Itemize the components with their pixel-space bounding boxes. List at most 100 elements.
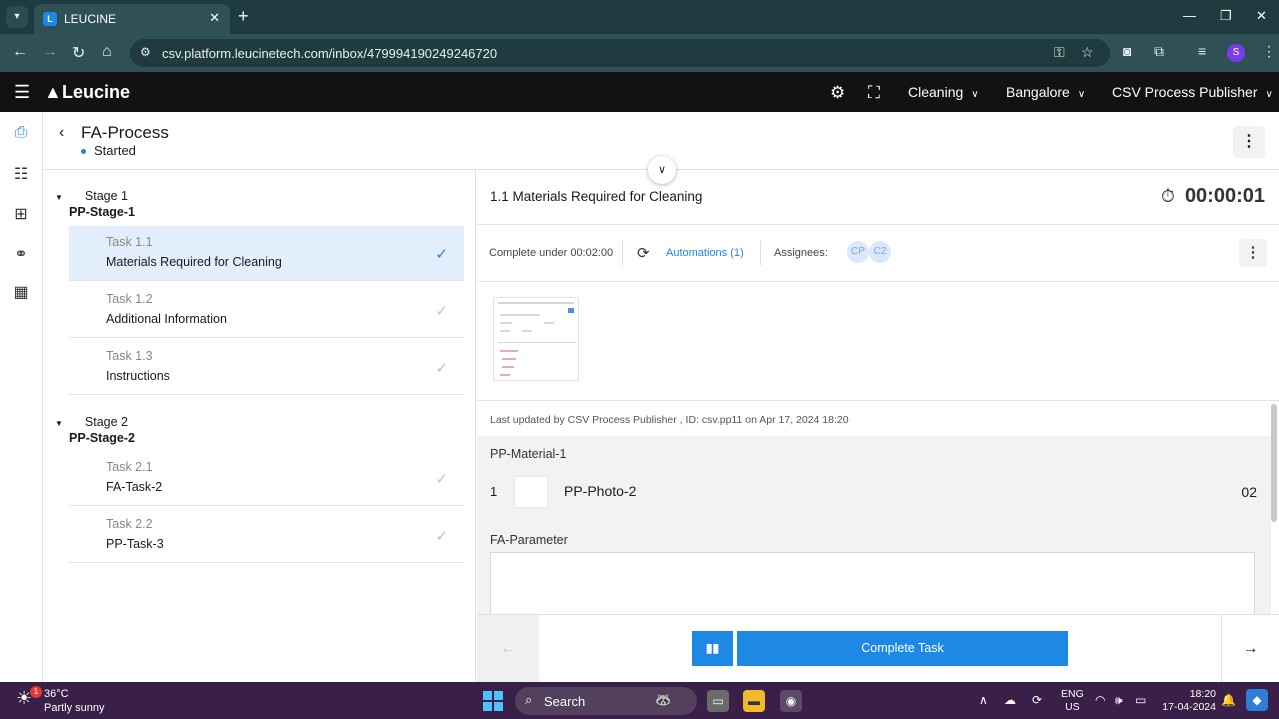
chevron-down-icon: ∨ <box>1077 89 1086 100</box>
task-meta-bar: Complete under 00:02:00 ⟳ Automations (1… <box>477 224 1279 282</box>
process-more-icon[interactable]: ⋮ <box>1233 126 1265 158</box>
onedrive-cloud-icon[interactable]: ☁ <box>1004 693 1016 707</box>
notification-bell-icon[interactable]: 🔔 <box>1221 693 1236 707</box>
automations-link[interactable]: Automations (1) <box>666 247 744 259</box>
thumbnail-line <box>500 330 510 332</box>
password-key-icon[interactable]: ⚿ <box>1054 44 1065 61</box>
browser-tab[interactable]: L LEUCINE ✕ <box>34 4 230 34</box>
thumbnail-line <box>500 350 518 352</box>
thumbnail-line <box>544 322 554 324</box>
task-number: Task 1.2 <box>106 292 153 306</box>
hamburger-menu-icon[interactable]: ☰ <box>14 82 30 103</box>
task-name: FA-Task-2 <box>106 480 163 494</box>
task-more-icon[interactable]: ⋮ <box>1239 239 1267 267</box>
address-bar[interactable]: ⚙ csv.platform.leucinetech.com/inbox/479… <box>130 39 1110 67</box>
volume-icon[interactable]: 🕪 <box>1115 693 1123 708</box>
check-icon: ✓ <box>435 528 448 545</box>
assignee-avatar[interactable]: CP <box>847 241 869 263</box>
file-explorer-icon[interactable]: ▬ <box>743 690 765 712</box>
leucine-logo-icon: ▲ <box>44 82 62 102</box>
taskview-icon[interactable]: ▭ <box>707 690 729 712</box>
language-indicator[interactable]: ENG US <box>1061 688 1084 714</box>
leucine-logo[interactable]: ▲Leucine <box>44 82 130 103</box>
workflow-icon[interactable]: ⊞ <box>10 204 32 226</box>
scan-icon[interactable]: ⛶ <box>868 83 880 103</box>
restore-icon[interactable]: ❐ <box>1220 8 1232 24</box>
stage-code: PP-Stage-2 <box>69 431 135 445</box>
task-footer: ← ▮▮ Complete Task → <box>477 614 1279 683</box>
settings-gear-icon[interactable]: ⚙ <box>830 83 845 103</box>
facility-dropdown[interactable]: Bangalore ∨ <box>1006 84 1085 100</box>
leucine-favicon-icon: L <box>43 12 57 26</box>
vertical-scrollbar[interactable] <box>1271 404 1277 522</box>
task-item[interactable]: Task 1.2 Additional Information ✓ <box>69 283 464 338</box>
task-name: PP-Task-3 <box>106 537 164 551</box>
system-clock[interactable]: 18:20 17-04-2024 <box>1162 688 1216 714</box>
pause-button[interactable]: ▮▮ <box>692 631 733 666</box>
parameter-input[interactable] <box>490 552 1255 616</box>
next-task-arrow-icon[interactable]: → <box>1221 615 1279 683</box>
hierarchy-icon[interactable]: ⚭ <box>10 244 32 266</box>
stage-name-text: Stage 1 <box>84 189 129 203</box>
extensions-icon[interactable]: ⧉ <box>1154 43 1164 60</box>
user-dropdown[interactable]: CSV Process Publisher ∨ <box>1112 84 1273 100</box>
task-item[interactable]: Task 2.1 FA-Task-2 ✓ <box>69 451 464 506</box>
back-arrow-icon[interactable]: ‹ <box>59 124 64 142</box>
minimize-icon[interactable]: — <box>1183 8 1196 23</box>
bookmark-star-icon[interactable]: ☆ <box>1081 44 1094 61</box>
facility-label: Bangalore <box>1006 84 1070 100</box>
camera-extension-icon[interactable]: ◙ <box>1123 43 1131 59</box>
task-item[interactable]: Task 1.3 Instructions ✓ <box>69 340 464 395</box>
brand-name: Leucine <box>62 82 131 102</box>
material-block: PP-Material-1 1 PP-Photo-2 02 FA-Paramet… <box>477 436 1271 616</box>
site-info-icon[interactable]: ⚙ <box>140 45 151 59</box>
caret-down-icon: ▼ <box>55 419 63 428</box>
copilot-icon[interactable]: ◆ <box>1246 689 1268 711</box>
profile-avatar[interactable]: S <box>1227 44 1245 62</box>
new-tab-icon[interactable]: + <box>238 6 249 27</box>
task-item[interactable]: Task 2.2 PP-Task-3 ✓ <box>69 508 464 563</box>
thumbnail-line <box>500 374 510 376</box>
material-image[interactable] <box>514 476 548 508</box>
reload-icon[interactable]: ↻ <box>72 43 85 63</box>
stage-name: ▼ Stage 2 <box>55 415 135 429</box>
assignees-label: Assignees: <box>774 247 828 259</box>
windows-start-icon[interactable] <box>483 691 503 711</box>
stage-header[interactable]: ▼ Stage 2 PP-Stage-2 <box>55 415 135 445</box>
wifi-icon[interactable]: ◠ <box>1095 693 1105 707</box>
back-icon[interactable]: ← <box>12 43 28 61</box>
home-icon[interactable]: ⌂ <box>102 43 112 61</box>
tray-overflow-icon[interactable]: ∧ <box>979 693 988 707</box>
chevron-down-icon: ∨ <box>1265 89 1273 100</box>
use-case-dropdown[interactable]: Cleaning ∨ <box>908 84 979 100</box>
sync-icon[interactable]: ⟳ <box>1032 693 1042 707</box>
chrome-icon[interactable]: ◉ <box>780 690 802 712</box>
check-icon: ✓ <box>435 471 448 488</box>
material-row: 1 PP-Photo-2 02 <box>490 476 1257 508</box>
close-tab-icon[interactable]: ✕ <box>209 10 220 26</box>
assignee-avatar[interactable]: C2 <box>869 241 891 263</box>
os-taskbar: ☀ 1 36°C Partly sunny ⌕ Search 🦝 ▭ ▬ ◉ ∧… <box>0 682 1279 719</box>
window-close-icon[interactable]: ✕ <box>1256 8 1267 24</box>
task-media-thumbnail[interactable] <box>493 297 579 381</box>
weather-temperature: 36°C <box>44 688 69 700</box>
process-status: Started <box>81 143 136 158</box>
tab-search-icon[interactable]: ▾ <box>6 6 28 28</box>
inbox-icon[interactable]: ⎙ <box>10 124 32 146</box>
chevron-down-icon: ∨ <box>971 89 979 100</box>
complete-task-button[interactable]: Complete Task <box>737 631 1068 666</box>
browser-menu-icon[interactable]: ⋮ <box>1262 43 1276 60</box>
user-name: CSV Process Publisher <box>1112 84 1258 100</box>
task-item[interactable]: Task 1.1 Materials Required for Cleaning… <box>69 226 464 281</box>
collapse-header-icon[interactable]: ∨ <box>648 156 676 184</box>
taskbar-search[interactable]: ⌕ Search 🦝 <box>515 687 697 715</box>
stage-header[interactable]: ▼ Stage 1 PP-Stage-1 <box>55 189 135 219</box>
reading-list-icon[interactable]: ≡ <box>1198 43 1206 59</box>
previous-task-arrow-icon[interactable]: ← <box>477 615 539 683</box>
task-title: 1.1 Materials Required for Cleaning <box>490 189 703 204</box>
thumbnail-line <box>498 342 576 343</box>
reports-icon[interactable]: ▦ <box>10 282 32 304</box>
battery-icon[interactable]: ▭ <box>1135 693 1146 707</box>
checklist-icon[interactable]: ☷ <box>10 164 32 186</box>
forward-icon[interactable]: → <box>42 43 58 61</box>
